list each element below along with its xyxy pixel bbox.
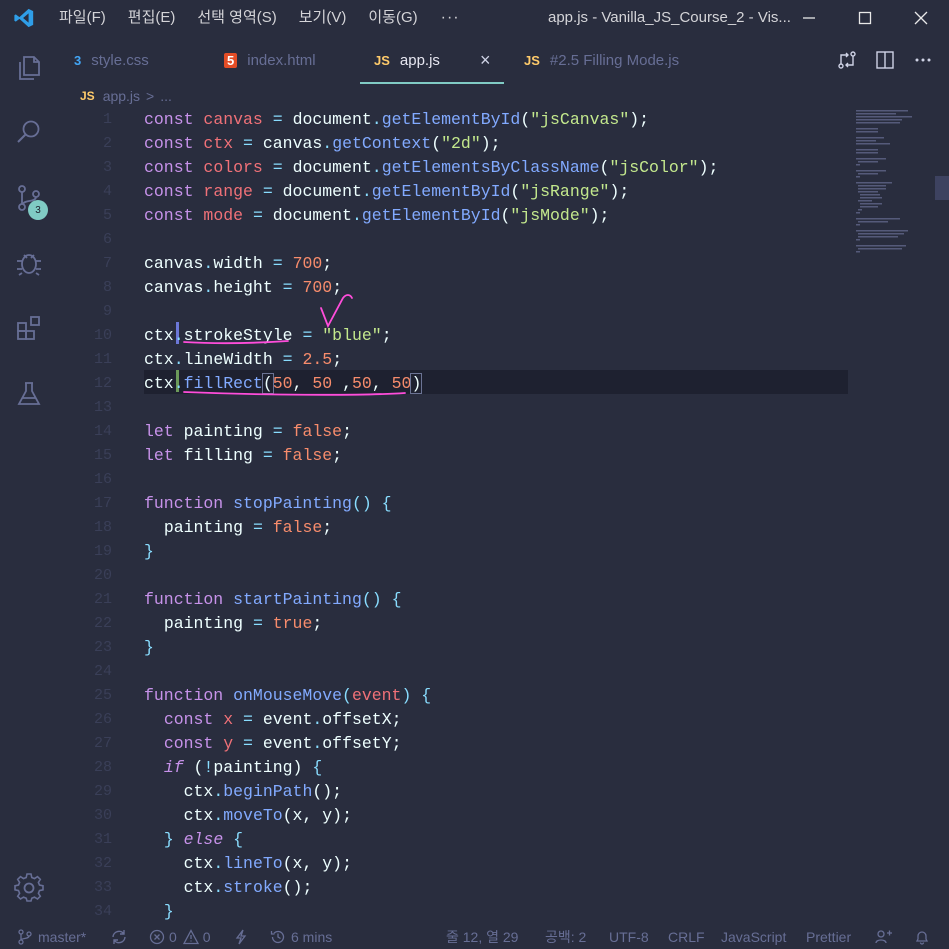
pen-annotations (183, 294, 406, 396)
tab-label: #2.5 Filling Mode.js (549, 51, 680, 69)
maximize-button[interactable] (837, 0, 893, 36)
notifications-button[interactable] (914, 924, 930, 949)
menu-go[interactable]: 이동(G) (357, 0, 428, 36)
error-count: 0 (169, 928, 177, 945)
problems-status[interactable]: 0 0 (149, 924, 211, 949)
compare-changes-icon[interactable] (835, 48, 859, 72)
close-tab-icon[interactable]: × (480, 50, 491, 71)
js-icon: JS (374, 52, 390, 68)
minimap[interactable] (848, 108, 949, 924)
minimap-preview (856, 110, 912, 253)
menu-selection[interactable]: 선택 영역(S) (186, 0, 287, 36)
breadcrumb-separator: > (146, 88, 155, 104)
breadcrumb-file[interactable]: app.js (103, 88, 140, 104)
window-controls (781, 0, 949, 36)
scm-badge: 3 (28, 200, 48, 220)
bell-icon (915, 930, 929, 945)
title-bar: 파일(F) 편집(E) 선택 영역(S) 보기(V) 이동(G) ··· app… (0, 0, 949, 36)
html5-icon: 5 (224, 52, 238, 68)
split-editor-icon[interactable] (873, 48, 897, 72)
tab-index-html[interactable]: 5 index.html (224, 36, 316, 84)
menu-edit[interactable]: 편집(E) (117, 0, 187, 36)
feedback-button[interactable] (875, 924, 893, 949)
maximize-icon (858, 11, 872, 25)
close-icon (914, 11, 928, 25)
sync-button[interactable] (110, 924, 128, 949)
status-bar: master* 0 0 6 mins 줄 12, 열 29 공백: 2 UTF-… (0, 924, 949, 949)
debug-icon[interactable] (0, 238, 58, 286)
vscode-logo-icon (0, 0, 48, 36)
underline-stroke-style (183, 340, 289, 344)
code-editor[interactable]: 1 const canvas = document.getElementById(… (58, 108, 848, 924)
language-mode[interactable]: JavaScript (721, 924, 786, 949)
encoding[interactable]: UTF-8 (609, 924, 649, 949)
activity-bar: 3 (0, 36, 58, 924)
tab-actions (835, 36, 935, 84)
testing-flask-icon[interactable] (0, 370, 58, 418)
formatter-status[interactable]: Prettier (806, 924, 851, 949)
menu-bar: 파일(F) 편집(E) 선택 영역(S) 보기(V) 이동(G) ··· (48, 0, 472, 36)
extensions-icon[interactable] (0, 304, 58, 352)
lightning-button[interactable] (234, 924, 248, 949)
tab-app-js[interactable]: JS app.js × (360, 36, 505, 84)
menu-view[interactable]: 보기(V) (288, 0, 358, 36)
cursor-position[interactable]: 줄 12, 열 29 (446, 924, 518, 949)
checkmark-annotation (320, 294, 353, 329)
lightning-icon (235, 929, 247, 944)
history-icon (270, 930, 285, 943)
js-icon: JS (80, 89, 95, 103)
feedback-icon (875, 929, 892, 943)
tab-label: style.css (91, 51, 149, 69)
warning-count: 0 (202, 928, 211, 945)
more-actions-icon[interactable] (911, 48, 935, 72)
editor-tabs: 3 style.css 5 index.html JS app.js × JS … (58, 36, 949, 84)
breadcrumb: JS app.js > ... (80, 84, 172, 108)
menu-more-button[interactable]: ··· (429, 9, 472, 27)
window-title: app.js - Vanilla_JS_Course_2 - Vis... (548, 9, 791, 26)
js-icon: JS (524, 52, 540, 68)
warning-icon (182, 928, 199, 944)
breadcrumb-symbol[interactable]: ... (160, 88, 172, 104)
branch-name: master* (38, 928, 87, 945)
css3-icon: 3 (74, 52, 82, 68)
minimize-button[interactable] (781, 0, 837, 36)
tab-label: app.js (399, 51, 440, 69)
branch-status[interactable]: master* (18, 924, 86, 949)
tab-filling-mode-js[interactable]: JS #2.5 Filling Mode.js (524, 36, 679, 84)
elapsed-time: 6 mins (291, 928, 333, 945)
menu-file[interactable]: 파일(F) (48, 0, 117, 36)
error-icon (149, 929, 165, 944)
git-branch-icon (18, 928, 32, 945)
indentation[interactable]: 공백: 2 (545, 924, 586, 949)
scrollbar-thumb[interactable] (935, 176, 949, 200)
time-tracker[interactable]: 6 mins (270, 924, 332, 949)
tab-style-css[interactable]: 3 style.css (74, 36, 149, 84)
sync-icon (112, 929, 126, 944)
search-icon[interactable] (0, 108, 58, 156)
explorer-icon[interactable] (0, 44, 58, 92)
tab-label: index.html (247, 51, 316, 69)
underline-fill-rect (183, 391, 406, 396)
close-window-button[interactable] (893, 0, 949, 36)
minimize-icon (803, 17, 815, 19)
end-of-line[interactable]: CRLF (668, 924, 705, 949)
settings-gear-icon[interactable] (0, 864, 58, 912)
